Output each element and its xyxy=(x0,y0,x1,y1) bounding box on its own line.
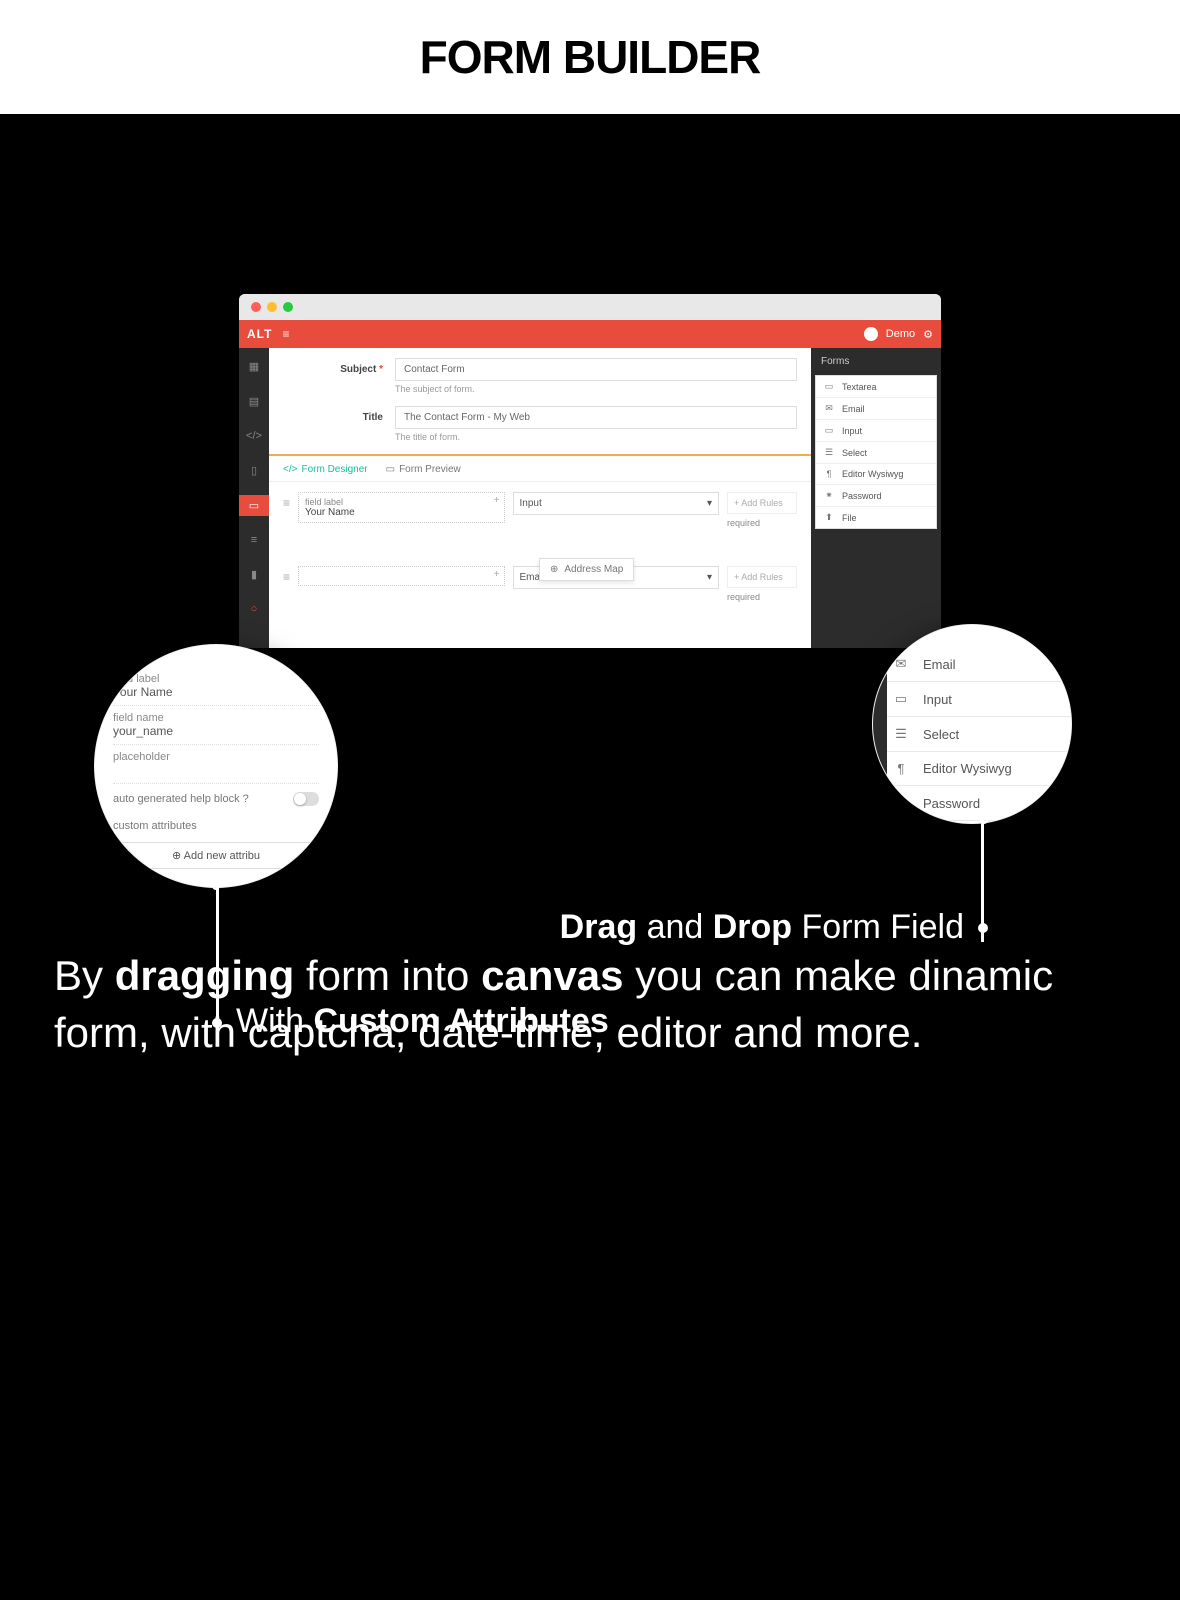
panel-item-wysiwyg[interactable]: ¶Editor Wysiwyg xyxy=(816,464,936,485)
panel-item-select[interactable]: ☰Select xyxy=(816,442,936,464)
drag-handle-icon[interactable]: ≡ xyxy=(283,566,290,584)
magnifier-components: ✉Email ▭Input ☰Select ¶Editor Wysiwyg ▭P… xyxy=(872,624,1072,824)
record-icon[interactable]: ○ xyxy=(239,599,269,619)
field-label-box[interactable]: + xyxy=(298,566,505,586)
title-input[interactable]: The Contact Form - My Web xyxy=(395,406,797,429)
callout-line xyxy=(216,886,219,1034)
callout-custom-attributes: With Custom Attributes xyxy=(236,1002,609,1041)
file-icon[interactable]: ▯ xyxy=(239,460,269,481)
subject-help: The subject of form. xyxy=(395,384,797,394)
upload-icon: ⬆ xyxy=(824,512,834,523)
subject-label: Subject xyxy=(340,364,376,375)
code-icon: </> xyxy=(283,464,297,475)
field-name-lbl: field name xyxy=(113,712,319,724)
maximize-icon[interactable] xyxy=(283,302,293,312)
required-badge: required xyxy=(727,592,797,602)
list-item-select[interactable]: ☰Select xyxy=(873,717,1071,752)
select-icon: ☰ xyxy=(824,447,834,458)
paragraph-icon: ¶ xyxy=(824,469,834,479)
components-panel: Forms ▭Textarea ✉Email ▭Input ☰Select ¶E… xyxy=(811,348,941,648)
avatar[interactable] xyxy=(864,327,878,341)
menu-toggle-icon[interactable]: ≡ xyxy=(282,327,289,341)
list-item-password[interactable]: ▭Password xyxy=(873,786,1071,821)
dashboard-icon[interactable]: ▦ xyxy=(239,356,269,377)
chevron-down-icon: ▾ xyxy=(707,498,712,509)
tab-designer[interactable]: </>Form Designer xyxy=(283,464,368,475)
input-icon: ▭ xyxy=(893,691,909,707)
code-icon[interactable]: </> xyxy=(239,426,269,446)
app-logo: ALT xyxy=(247,327,272,341)
chevron-down-icon: ▾ xyxy=(707,572,712,583)
field-label-val[interactable]: Your Name xyxy=(113,685,319,699)
field-label-box[interactable]: field label Your Name + xyxy=(298,492,505,523)
app-topbar: ALT ≡ Demo ⚙ xyxy=(239,320,941,348)
help-block-toggle[interactable] xyxy=(293,792,319,806)
expand-icon[interactable]: + xyxy=(494,569,500,580)
sidebar-rail: ▦ ▤ </> ▯ ▭ ≡ ▮ ○ xyxy=(239,348,269,648)
hero-header: FORM BUILDER xyxy=(0,0,1180,114)
email-icon: ✉ xyxy=(824,403,834,414)
minimize-icon[interactable] xyxy=(267,302,277,312)
title-label: Title xyxy=(283,406,383,423)
list-item-input[interactable]: ▭Input xyxy=(873,682,1071,717)
callout-dot xyxy=(212,882,220,890)
required-badge: required xyxy=(727,518,797,528)
add-rules-button[interactable]: + Add Rules xyxy=(727,566,797,588)
panel-title: Forms xyxy=(811,348,941,375)
list-item-wysiwyg[interactable]: ¶Editor Wysiwyg xyxy=(873,752,1071,786)
field-label-lbl: field label xyxy=(113,673,319,685)
browser-window: ALT ≡ Demo ⚙ ▦ ▤ </> ▯ ▭ ≡ ▮ ○ Sub xyxy=(239,294,941,648)
add-rules-button[interactable]: + Add Rules xyxy=(727,492,797,514)
form-icon[interactable]: ▭ xyxy=(239,495,269,516)
close-icon[interactable] xyxy=(251,302,261,312)
globe-icon: ⊕ xyxy=(550,564,558,575)
page-title: FORM BUILDER xyxy=(420,30,761,84)
lock-icon: ▭ xyxy=(893,795,909,811)
gear-icon[interactable]: ⚙ xyxy=(923,328,933,341)
email-icon: ✉ xyxy=(893,656,909,672)
textarea-icon: ▭ xyxy=(824,381,834,392)
select-icon: ☰ xyxy=(893,726,909,742)
monitor-icon: ▭ xyxy=(386,464,395,475)
custom-attributes-label: custom attributes xyxy=(113,814,319,838)
callout-dot xyxy=(980,816,988,824)
callout-dot xyxy=(212,1018,222,1028)
lock-icon: ⁕ xyxy=(824,490,834,501)
plus-icon: ⊕ xyxy=(172,850,184,862)
title-help: The title of form. xyxy=(395,432,797,442)
input-icon: ▭ xyxy=(824,425,834,436)
required-indicator: * xyxy=(379,364,383,375)
panel-item-email[interactable]: ✉Email xyxy=(816,398,936,420)
field-name-val[interactable]: your_name xyxy=(113,724,319,738)
magnifier-attributes: field label Your Name field name your_na… xyxy=(94,644,338,888)
panel-item-input[interactable]: ▭Input xyxy=(816,420,936,442)
list-icon[interactable]: ≡ xyxy=(239,530,269,550)
list-item-email[interactable]: ✉Email xyxy=(873,647,1071,682)
panel-item-password[interactable]: ⁕Password xyxy=(816,485,936,507)
panel-item-file[interactable]: ⬆File xyxy=(816,507,936,528)
add-attribute-button[interactable]: ⊕ Add new attribu xyxy=(113,842,319,869)
drag-handle-icon[interactable]: ≡ xyxy=(283,492,290,510)
dragging-field[interactable]: ⊕ Address Map xyxy=(539,558,634,581)
subject-input[interactable]: Contact Form xyxy=(395,358,797,381)
grid-icon[interactable]: ▤ xyxy=(239,391,269,412)
user-name[interactable]: Demo xyxy=(886,328,915,340)
showcase-section: ALT ≡ Demo ⚙ ▦ ▤ </> ▯ ▭ ≡ ▮ ○ Sub xyxy=(0,114,1180,1161)
tab-preview[interactable]: ▭Form Preview xyxy=(386,464,461,475)
tabs: </>Form Designer ▭Form Preview xyxy=(269,454,811,482)
placeholder-lbl: placeholder xyxy=(113,751,319,763)
main-content: Subject * Contact Form The subject of fo… xyxy=(269,348,811,648)
paragraph-icon: ¶ xyxy=(893,761,909,776)
help-block-label: auto generated help block ? xyxy=(113,793,249,805)
shield-icon[interactable]: ▮ xyxy=(239,564,269,585)
type-select[interactable]: Input▾ xyxy=(513,492,720,515)
panel-item-textarea[interactable]: ▭Textarea xyxy=(816,376,936,398)
callout-drag-drop: Drag and Drop Form Field xyxy=(560,908,964,947)
designer-row-1: ≡ field label Your Name + Input▾ + Add R… xyxy=(283,492,797,528)
callout-dot xyxy=(978,923,988,933)
expand-icon[interactable]: + xyxy=(494,495,500,506)
browser-titlebar xyxy=(239,294,941,320)
